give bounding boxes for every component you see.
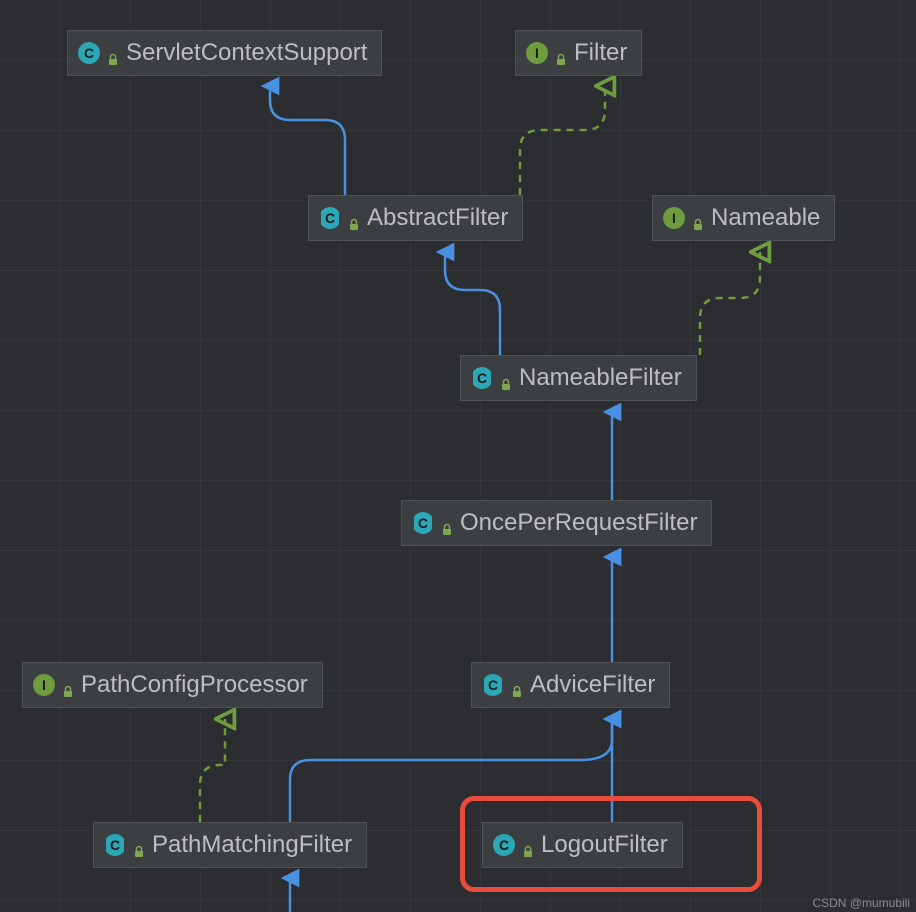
class-icon: C [493, 834, 515, 856]
node-label: PathConfigProcessor [81, 671, 308, 699]
lock-icon [499, 371, 513, 385]
abstract-class-icon: C [412, 512, 434, 534]
node-label: OncePerRequestFilter [460, 509, 697, 537]
lock-icon [106, 46, 120, 60]
node-advice-filter[interactable]: C AdviceFilter [471, 662, 670, 708]
interface-icon: I [526, 42, 548, 64]
node-path-matching-filter[interactable]: C PathMatchingFilter [93, 822, 367, 868]
lock-icon [691, 211, 705, 225]
lock-icon [347, 211, 361, 225]
node-once-per-request-filter[interactable]: C OncePerRequestFilter [401, 500, 712, 546]
node-abstract-filter[interactable]: C AbstractFilter [308, 195, 523, 241]
lock-icon [510, 678, 524, 692]
lock-icon [61, 678, 75, 692]
node-label: PathMatchingFilter [152, 831, 352, 859]
node-filter[interactable]: I Filter [515, 30, 642, 76]
lock-icon [132, 838, 146, 852]
node-label: AdviceFilter [530, 671, 655, 699]
diagram-canvas[interactable]: C ServletContextSupport I Filter C Abstr… [0, 0, 916, 912]
node-label: Nameable [711, 204, 820, 232]
watermark: CSDN @mumubili [812, 896, 910, 910]
node-label: LogoutFilter [541, 831, 668, 859]
interface-icon: I [663, 207, 685, 229]
abstract-class-icon: C [482, 674, 504, 696]
node-path-config-processor[interactable]: I PathConfigProcessor [22, 662, 323, 708]
node-label: ServletContextSupport [126, 39, 367, 67]
lock-icon [521, 838, 535, 852]
lock-icon [440, 516, 454, 530]
node-label: Filter [574, 39, 627, 67]
node-nameable-filter[interactable]: C NameableFilter [460, 355, 697, 401]
node-logout-filter[interactable]: C LogoutFilter [482, 822, 683, 868]
class-icon: C [78, 42, 100, 64]
abstract-class-icon: C [104, 834, 126, 856]
node-nameable[interactable]: I Nameable [652, 195, 835, 241]
node-servlet-context-support[interactable]: C ServletContextSupport [67, 30, 382, 76]
lock-icon [554, 46, 568, 60]
node-label: AbstractFilter [367, 204, 508, 232]
interface-icon: I [33, 674, 55, 696]
abstract-class-icon: C [471, 367, 493, 389]
node-label: NameableFilter [519, 364, 682, 392]
abstract-class-icon: C [319, 207, 341, 229]
